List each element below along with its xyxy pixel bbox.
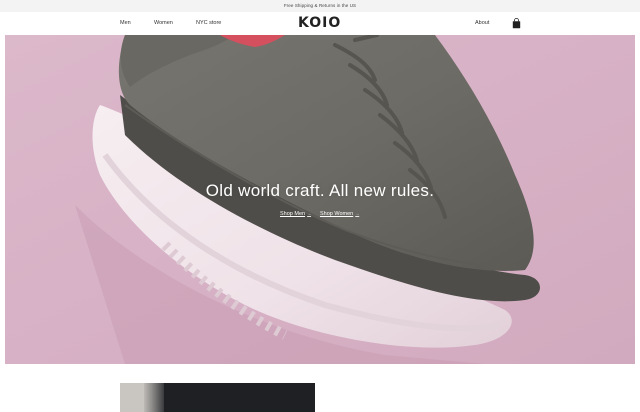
featured-image-thumbnail[interactable] — [120, 383, 315, 412]
arrow-right-icon: → — [307, 211, 312, 216]
shopping-bag-icon[interactable] — [512, 18, 521, 29]
nav-link-men[interactable]: Men — [120, 12, 131, 35]
nav-link-nyc-store[interactable]: NYC store — [196, 12, 221, 35]
shop-women-label: Shop Women — [320, 211, 354, 217]
arrow-right-icon: → — [355, 211, 360, 216]
image-transition-area — [144, 383, 164, 412]
image-dark-area — [152, 383, 315, 412]
announcement-bar: Free Shipping & Returns in the US — [0, 0, 640, 12]
nav-link-women[interactable]: Women — [154, 12, 173, 35]
nav-link-about[interactable]: About — [475, 12, 489, 35]
shop-men-label: Shop Men — [280, 211, 306, 217]
brand-logo[interactable]: KOIO — [298, 15, 341, 32]
hero-headline: Old world craft. All new rules. — [205, 181, 435, 200]
shop-women-link[interactable]: Shop Women → — [320, 211, 359, 217]
top-navigation: Men Women NYC store KOIO About — [0, 12, 640, 35]
announcement-text: Free Shipping & Returns in the US — [283, 3, 357, 8]
shop-men-link[interactable]: Shop Men → — [280, 211, 311, 217]
